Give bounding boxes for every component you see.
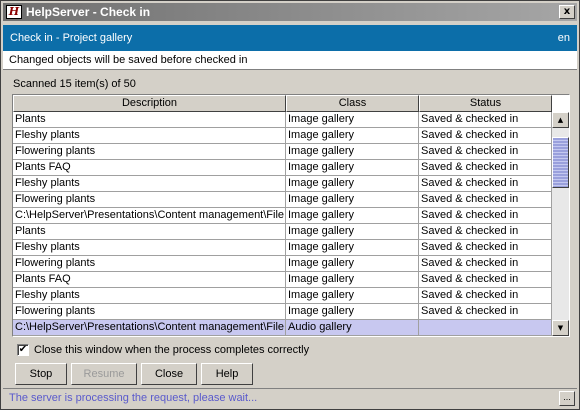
cell-description: C:\HelpServer\Presentations\Content mana… <box>13 208 286 224</box>
cell-description: C:\HelpServer\Presentations\Content mana… <box>13 320 286 336</box>
info-message: Changed objects will be saved before che… <box>3 51 577 70</box>
cell-class: Image gallery <box>286 304 419 320</box>
cell-class: Image gallery <box>286 112 419 128</box>
table-body: Plants Image gallery Saved & checked in Fle… <box>13 112 552 336</box>
cell-class: Image gallery <box>286 176 419 192</box>
cell-status: Saved & checked in <box>419 240 552 256</box>
cell-class: Audio gallery <box>286 320 419 336</box>
close-on-complete-option[interactable]: ✔ Close this window when the process com… <box>17 344 309 356</box>
cell-class: Image gallery <box>286 240 419 256</box>
stop-button[interactable]: Stop <box>15 363 67 385</box>
close-on-complete-label[interactable]: Close this window when the process compl… <box>34 344 309 356</box>
cell-status: Saved & checked in <box>419 128 552 144</box>
table-row[interactable]: Plants FAQ Image gallery Saved & checked i… <box>13 272 552 288</box>
cell-status: Saved & checked in <box>419 112 552 128</box>
table-row[interactable]: Flowering plants Image gallery Saved & che… <box>13 144 552 160</box>
cell-status: Saved & checked in <box>419 288 552 304</box>
status-bar: The server is processing the request, pl… <box>3 388 577 407</box>
table-header: Description Class Status <box>13 95 552 112</box>
table-row[interactable]: Plants FAQ Image gallery Saved & checked i… <box>13 160 552 176</box>
cell-description: Flowering plants <box>13 192 286 208</box>
table-row[interactable]: Plants Image gallery Saved & checked in <box>13 224 552 240</box>
close-window-button[interactable]: x <box>559 5 575 19</box>
cell-status: Saved & checked in <box>419 304 552 320</box>
cell-description: Flowering plants <box>13 144 286 160</box>
check-in-window: H HelpServer - Check in x Check in - Pro… <box>0 0 580 410</box>
table-row[interactable]: C:\HelpServer\Presentations\Content mana… <box>13 208 552 224</box>
cell-status: Saved & checked in <box>419 208 552 224</box>
cell-description: Plants FAQ <box>13 272 286 288</box>
cell-status <box>419 320 552 336</box>
table-row[interactable]: Fleshy plants Image gallery Saved & checke… <box>13 176 552 192</box>
arrow-up-icon: ▲ <box>557 116 564 124</box>
cell-class: Image gallery <box>286 160 419 176</box>
column-header-status[interactable]: Status <box>419 95 552 112</box>
cell-description: Plants <box>13 112 286 128</box>
button-row: Stop Resume Close Help <box>15 363 257 385</box>
table-row[interactable]: C:\HelpServer\Presentations\Content mana… <box>13 320 552 336</box>
cell-class: Image gallery <box>286 128 419 144</box>
cell-class: Image gallery <box>286 224 419 240</box>
cell-status: Saved & checked in <box>419 192 552 208</box>
title-bar[interactable]: H HelpServer - Check in x <box>3 3 577 21</box>
cell-class: Image gallery <box>286 288 419 304</box>
language-indicator: en <box>557 32 570 44</box>
cell-description: Flowering plants <box>13 256 286 272</box>
cell-class: Image gallery <box>286 256 419 272</box>
help-button[interactable]: Help <box>201 363 253 385</box>
scan-progress-label: Scanned 15 item(s) of 50 <box>13 78 136 90</box>
cell-description: Plants <box>13 224 286 240</box>
arrow-down-icon: ▼ <box>557 324 564 332</box>
cell-description: Plants FAQ <box>13 160 286 176</box>
resume-button[interactable]: Resume <box>71 363 137 385</box>
scroll-down-button[interactable]: ▼ <box>552 320 569 336</box>
table-row[interactable]: Fleshy plants Image gallery Saved & checke… <box>13 128 552 144</box>
cell-status: Saved & checked in <box>419 224 552 240</box>
cell-class: Image gallery <box>286 144 419 160</box>
table-row[interactable]: Flowering plants Image gallery Saved & che… <box>13 256 552 272</box>
cell-description: Fleshy plants <box>13 176 286 192</box>
header-title: Check in - Project gallery <box>10 32 133 44</box>
cell-status: Saved & checked in <box>419 144 552 160</box>
scroll-up-button[interactable]: ▲ <box>552 112 569 128</box>
cell-status: Saved & checked in <box>419 272 552 288</box>
table-row[interactable]: Flowering plants Image gallery Saved & che… <box>13 304 552 320</box>
vertical-scrollbar[interactable]: ▲ ▼ <box>552 112 569 336</box>
column-header-description[interactable]: Description <box>13 95 286 112</box>
table-row[interactable]: Flowering plants Image gallery Saved & che… <box>13 192 552 208</box>
close-button[interactable]: Close <box>141 363 197 385</box>
cell-description: Fleshy plants <box>13 240 286 256</box>
cell-status: Saved & checked in <box>419 256 552 272</box>
cell-status: Saved & checked in <box>419 160 552 176</box>
header-band: Check in - Project gallery en <box>3 25 577 51</box>
helpserver-app-icon: H <box>6 5 22 19</box>
cell-description: Fleshy plants <box>13 128 286 144</box>
table-row[interactable]: Fleshy plants Image gallery Saved & checke… <box>13 288 552 304</box>
cell-class: Image gallery <box>286 192 419 208</box>
cell-description: Flowering plants <box>13 304 286 320</box>
column-header-class[interactable]: Class <box>286 95 419 112</box>
items-table: Description Class Status Plants Image gal… <box>12 94 570 337</box>
status-message: The server is processing the request, pl… <box>9 392 258 404</box>
table-row[interactable]: Fleshy plants Image gallery Saved & checke… <box>13 240 552 256</box>
close-on-complete-checkbox[interactable]: ✔ <box>17 344 29 356</box>
cell-status: Saved & checked in <box>419 176 552 192</box>
window-title: HelpServer - Check in <box>26 5 151 19</box>
checkmark-icon: ✔ <box>18 344 28 355</box>
close-icon: x <box>563 6 571 17</box>
status-details-button[interactable]: ... <box>559 391 575 406</box>
scrollbar-thumb[interactable] <box>552 137 569 188</box>
table-row[interactable]: Plants Image gallery Saved & checked in <box>13 112 552 128</box>
cell-class: Image gallery <box>286 272 419 288</box>
cell-class: Image gallery <box>286 208 419 224</box>
cell-description: Fleshy plants <box>13 288 286 304</box>
